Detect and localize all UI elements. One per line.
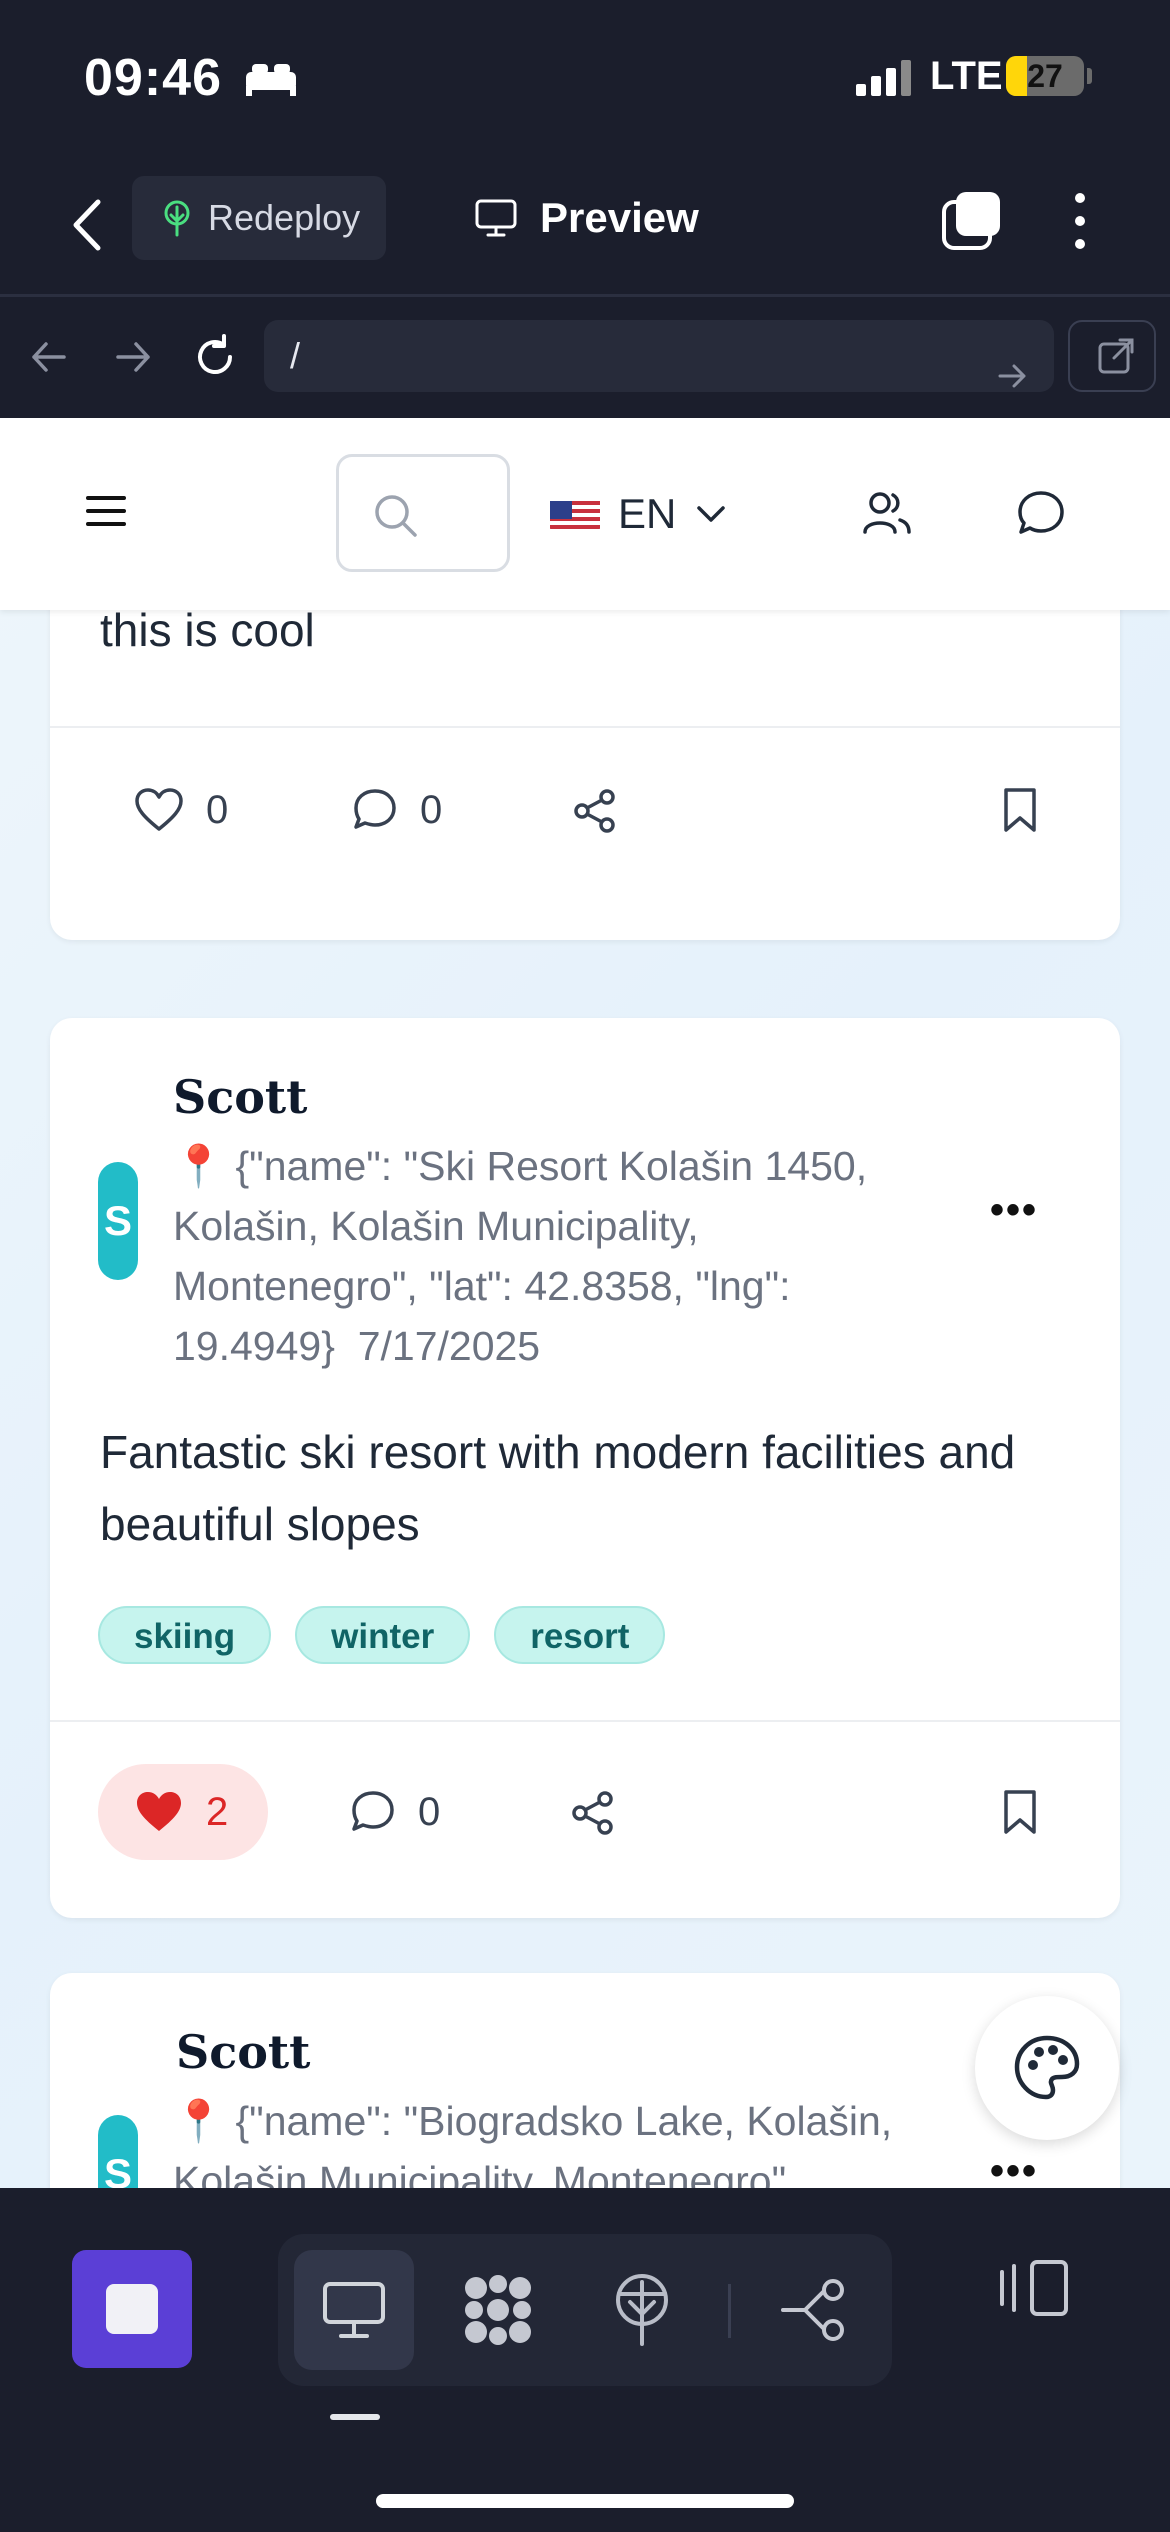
workflow-icon: [781, 2279, 844, 2341]
stop-icon: [106, 2284, 158, 2334]
avatar[interactable]: S: [98, 1162, 138, 1280]
tag[interactable]: resort: [494, 1606, 666, 1664]
more-horizontal-icon[interactable]: •••: [990, 1188, 1038, 1233]
url-input[interactable]: /: [264, 320, 1054, 392]
tree-icon: [616, 2274, 668, 2346]
site-header: EN: [0, 418, 1170, 610]
workflow-view-button[interactable]: [754, 2250, 874, 2370]
like-count: 2: [206, 1789, 229, 1834]
side-panel-button[interactable]: [998, 2258, 1072, 2323]
share-icon[interactable]: [570, 1790, 616, 1836]
palette-icon: [1014, 2035, 1080, 2100]
external-link-icon: [1098, 338, 1134, 374]
reload-icon[interactable]: [190, 332, 240, 382]
signal-icon: [856, 60, 911, 96]
bottom-toolbar: [0, 2188, 1170, 2532]
comment-count: 0: [420, 787, 443, 832]
url-bar: /: [0, 300, 1170, 418]
panel-icon: [1000, 2260, 1068, 2316]
redeploy-label: Redeploy: [208, 197, 361, 238]
like-count: 0: [206, 787, 229, 832]
back-chevron-icon[interactable]: [60, 190, 120, 260]
like-button[interactable]: 0: [134, 770, 228, 850]
post-card: S Scott 📍 {"name": "Ski Resort Kolašin 1…: [50, 1018, 1120, 1918]
post-author[interactable]: Scott: [176, 2025, 310, 2079]
arrow-left-icon[interactable]: [24, 332, 74, 382]
battery-icon: 27: [1006, 56, 1084, 96]
post-author[interactable]: Scott: [173, 1070, 307, 1124]
theme-palette-button[interactable]: [975, 1996, 1119, 2140]
view-switcher: [278, 2234, 892, 2386]
battery-level: 27: [1027, 58, 1063, 94]
like-button[interactable]: 2: [98, 1764, 269, 1860]
comment-icon: [354, 789, 396, 829]
chat-bubble-icon[interactable]: [1016, 488, 1066, 538]
monitor-icon: [323, 2282, 385, 2338]
users-icon[interactable]: [862, 488, 912, 538]
language-label: EN: [618, 490, 677, 537]
post-date: 7/17/2025: [357, 1323, 541, 1369]
chevron-down-icon: [697, 506, 726, 522]
more-vertical-icon[interactable]: [1068, 188, 1092, 254]
tag[interactable]: winter: [295, 1606, 471, 1664]
search-input[interactable]: [336, 454, 510, 572]
post-location: 📍 {"name": "Biogradsko Lake, Kolašin, Ko…: [173, 2098, 893, 2188]
monitor-icon: [475, 199, 517, 237]
more-horizontal-icon[interactable]: •••: [990, 2149, 1038, 2188]
go-arrow-icon[interactable]: [992, 340, 1032, 412]
app-bar: Redeploy Preview: [0, 160, 1170, 290]
heart-filled-icon: [137, 1792, 181, 1831]
stop-button[interactable]: [72, 2250, 192, 2368]
menu-icon[interactable]: [86, 494, 126, 528]
comment-button[interactable]: 0: [352, 770, 442, 850]
us-flag-icon: [550, 497, 600, 531]
home-indicator: [376, 2494, 794, 2508]
heart-outline-icon: [135, 788, 183, 831]
desktop-view-button[interactable]: [294, 2250, 414, 2370]
share-icon[interactable]: [572, 788, 618, 834]
tree-icon: [164, 200, 190, 237]
language-selector[interactable]: EN: [550, 474, 728, 554]
preview-button[interactable]: Preview: [474, 176, 699, 260]
sleep-mode-icon: [246, 64, 296, 96]
redeploy-button[interactable]: Redeploy: [132, 176, 386, 260]
tabs-icon[interactable]: [940, 188, 1006, 254]
bookmark-icon[interactable]: [1000, 786, 1040, 834]
post-card: S Scott 📍 {"name": "Biogradsko Lake, Kol…: [50, 1973, 1120, 2188]
canvas-view-button[interactable]: [438, 2250, 558, 2370]
bookmark-icon[interactable]: [1000, 1788, 1040, 1836]
comment-icon: [352, 1791, 394, 1831]
status-time: 09:46: [84, 49, 222, 107]
tag[interactable]: skiing: [98, 1606, 272, 1664]
web-page: EN this is cool 0 0 S Scott 📍 {"name": "…: [0, 418, 1170, 2188]
comment-button[interactable]: 0: [350, 1772, 440, 1852]
tag-list: skiing winter resort: [98, 1606, 666, 1664]
network-label: LTE: [930, 54, 1003, 98]
status-bar: 09:46 LTE 27: [0, 0, 1170, 150]
deploy-view-button[interactable]: [582, 2250, 702, 2370]
arrow-right-icon[interactable]: [108, 332, 158, 382]
search-icon: [375, 495, 417, 537]
active-indicator: [330, 2414, 380, 2420]
preview-label: Preview: [540, 194, 699, 241]
avatar[interactable]: S: [98, 2115, 138, 2188]
grid-blob-icon: [465, 2275, 531, 2345]
browser-chrome: 09:46 LTE 27 Redeploy Preview /: [0, 0, 1170, 418]
url-text: /: [290, 335, 301, 376]
post-location: 📍 {"name": "Ski Resort Kolašin 1450, Kol…: [173, 1136, 953, 1376]
post-body: Fantastic ski resort with modern facilit…: [100, 1426, 1016, 1550]
comment-count: 0: [418, 1789, 441, 1834]
post-card: this is cool 0 0: [50, 568, 1120, 940]
open-external-button[interactable]: [1068, 320, 1156, 392]
